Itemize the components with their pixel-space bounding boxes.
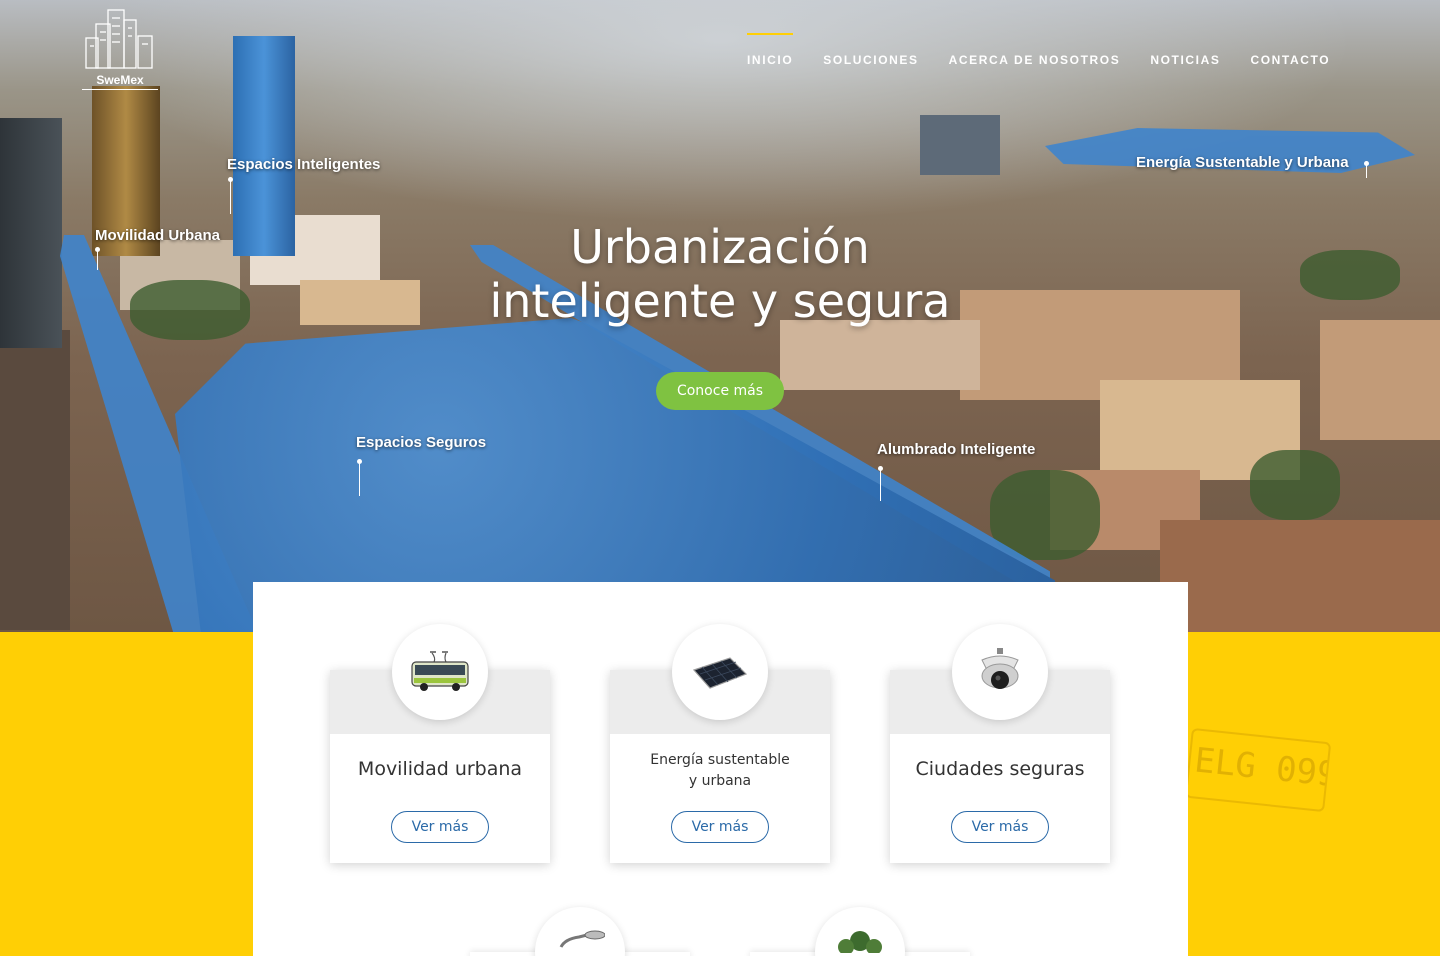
nav-item-soluciones[interactable]: SOLUCIONES xyxy=(823,50,918,67)
conoce-mas-button[interactable]: Conoce más xyxy=(656,372,784,410)
main-nav: INICIO SOLUCIONES ACERCA DE NOSOTROS NOT… xyxy=(747,33,1360,67)
card-title-line1: Energía sustentable xyxy=(650,752,790,768)
city-skyline-logo-icon xyxy=(85,9,153,69)
ver-mas-button[interactable]: Ver más xyxy=(951,811,1049,843)
tower-building xyxy=(0,118,62,348)
tower-building-highlighted xyxy=(233,36,295,256)
card-title: Energía sustentable y urbana xyxy=(610,750,830,792)
label-espacios-seguros: Espacios Seguros xyxy=(356,434,487,451)
label-energia-sustentable: Energía Sustentable y Urbana xyxy=(1136,154,1349,171)
background-trees xyxy=(1250,450,1340,520)
background-building xyxy=(920,115,1000,175)
label-pin xyxy=(1364,161,1369,178)
card-ciudades-seguras: Ciudades seguras Ver más xyxy=(890,624,1110,863)
label-alumbrado-inteligente: Alumbrado Inteligente xyxy=(877,441,1036,458)
background-building xyxy=(300,280,420,325)
card-movilidad-urbana: Movilidad urbana Ver más xyxy=(330,624,550,863)
hero-title-line1: Urbanización xyxy=(570,220,870,274)
hero-section: SweMex INICIO SOLUCIONES ACERCA DE NOSOT… xyxy=(0,0,1440,632)
label-pin xyxy=(878,466,883,501)
tree-icon xyxy=(815,907,905,956)
logo[interactable]: SweMex xyxy=(82,6,158,92)
card-title-line2: y urbana xyxy=(688,773,752,789)
card-title: Movilidad urbana xyxy=(357,758,523,780)
card-energia-sustentable: Energía sustentable y urbana Ver más xyxy=(610,624,830,863)
bus-icon xyxy=(392,624,488,720)
ver-mas-button[interactable]: Ver más xyxy=(671,811,769,843)
label-espacios-inteligentes: Espacios Inteligentes xyxy=(227,156,381,173)
background-building xyxy=(1320,320,1440,440)
background-building xyxy=(1160,520,1440,632)
hero-title: Urbanización inteligente y segura xyxy=(460,220,980,328)
nav-item-acerca-de-nosotros[interactable]: ACERCA DE NOSOTROS xyxy=(949,50,1121,67)
background-trees xyxy=(130,280,250,340)
label-pin xyxy=(228,177,233,214)
card-title: Ciudades seguras xyxy=(915,758,1085,780)
ver-mas-button[interactable]: Ver más xyxy=(391,811,489,843)
solutions-panel: Movilidad urbana Ver más Energía sustent… xyxy=(253,582,1188,956)
hero-title-line2: inteligente y segura xyxy=(489,274,951,328)
security-camera-icon xyxy=(952,624,1048,720)
license-plate-decor: ELG 099 xyxy=(1184,727,1332,813)
nav-item-inicio[interactable]: INICIO xyxy=(747,33,794,67)
nav-item-noticias[interactable]: NOTICIAS xyxy=(1150,50,1220,67)
label-pin xyxy=(95,247,100,270)
background-building xyxy=(780,320,980,390)
background-building xyxy=(0,330,70,630)
street-lamp-icon xyxy=(535,907,625,956)
label-movilidad-urbana: Movilidad Urbana xyxy=(95,227,221,244)
label-pin xyxy=(357,459,362,496)
solar-panel-icon xyxy=(672,624,768,720)
logo-text: SweMex xyxy=(82,73,158,90)
background-trees xyxy=(1300,250,1400,300)
nav-item-contacto[interactable]: CONTACTO xyxy=(1250,50,1330,67)
